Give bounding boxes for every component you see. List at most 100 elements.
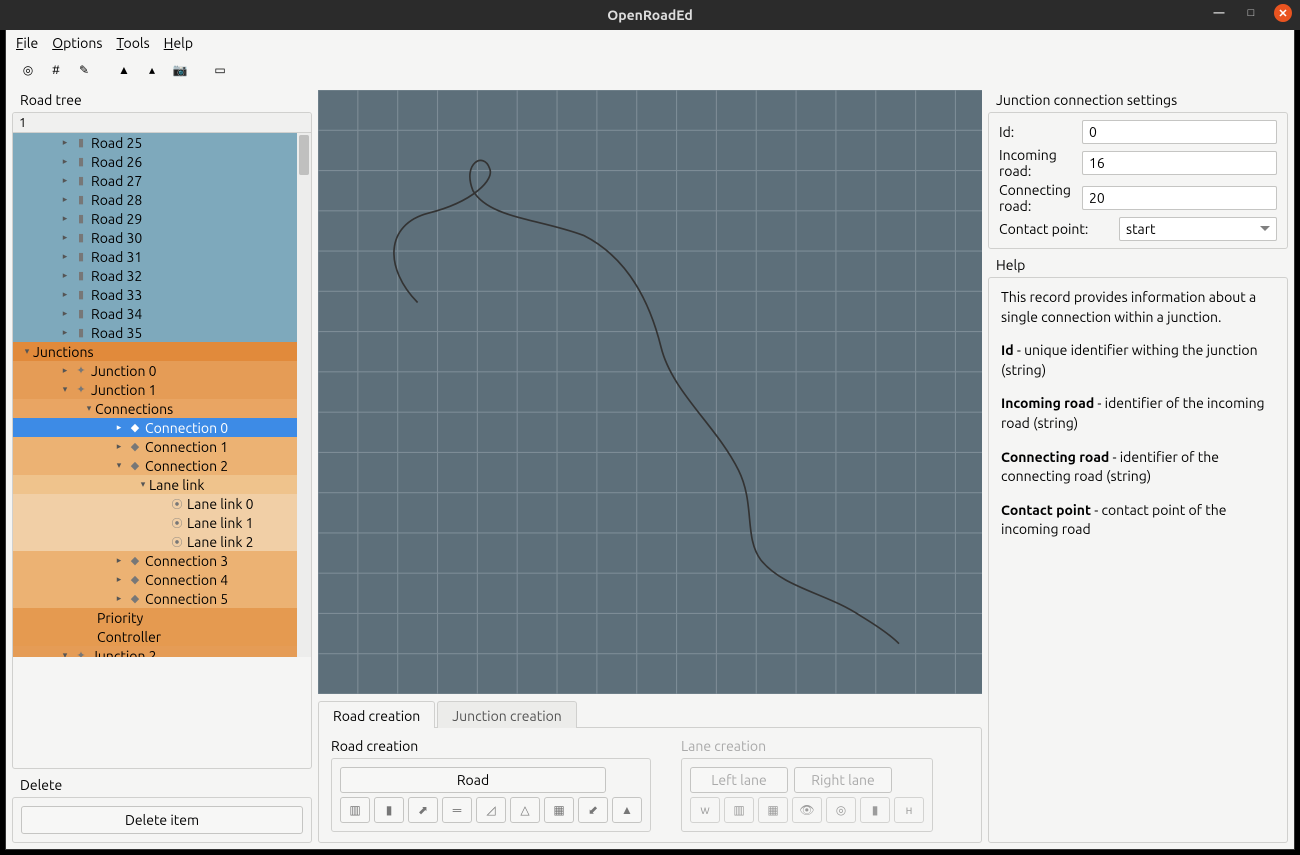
tree-road[interactable]: ▸▮Road 31 xyxy=(13,247,311,266)
maximize-button[interactable]: □ xyxy=(1242,4,1260,22)
tree-connections[interactable]: ▾Connections xyxy=(13,399,311,418)
road-creation-label: Road creation xyxy=(331,738,651,754)
connecting-road-input[interactable] xyxy=(1082,186,1277,210)
lane-tool-4-icon: 👁 xyxy=(792,797,822,823)
road-tool-4-icon[interactable]: ═ xyxy=(442,797,472,823)
tab-junction-creation[interactable]: Junction creation xyxy=(437,701,577,728)
toolbar: ◎ # ✎ ▲ ▴ 📷 ▭ xyxy=(6,56,1294,84)
tool-camera-icon[interactable]: 📷 xyxy=(168,60,192,80)
road-tool-2-icon[interactable]: ▮ xyxy=(374,797,404,823)
tool-landscape-up-icon[interactable]: ▴ xyxy=(140,60,164,80)
lanelink-icon: ⦿ xyxy=(170,515,184,531)
tab-road-creation[interactable]: Road creation xyxy=(318,701,435,728)
road-tool-7-icon[interactable]: ▦ xyxy=(544,797,574,823)
tree-road[interactable]: ▸▮Road 30 xyxy=(13,228,311,247)
menu-help[interactable]: Help xyxy=(164,35,193,51)
tool-marker-icon[interactable]: ✎ xyxy=(72,60,96,80)
menu-tools[interactable]: Tools xyxy=(116,35,149,51)
road-icon: ▮ xyxy=(74,269,88,282)
tree-connection-selected[interactable]: ▸◆Connection 0 xyxy=(13,418,311,437)
road-icon: ▮ xyxy=(74,155,88,168)
tool-grid-icon[interactable]: # xyxy=(44,60,68,80)
tree-header[interactable]: 1 xyxy=(13,113,311,133)
settings-title: Junction connection settings xyxy=(996,92,1288,108)
contact-label: Contact point: xyxy=(999,221,1119,237)
road-tool-5-icon[interactable]: ◿ xyxy=(476,797,506,823)
lane-tool-2-icon: ▥ xyxy=(724,797,754,823)
lane-tool-5-icon: ◎ xyxy=(826,797,856,823)
lane-tool-7-icon: н xyxy=(894,797,924,823)
tree-road[interactable]: ▸▮Road 28 xyxy=(13,190,311,209)
road-tree[interactable]: ▸▮Road 25 ▸▮Road 26 ▸▮Road 27 ▸▮Road 28 … xyxy=(13,133,311,657)
minimize-button[interactable]: — xyxy=(1210,4,1228,22)
road-icon: ▮ xyxy=(74,326,88,339)
menu-bar: File Options Tools Help xyxy=(6,30,1294,56)
close-button[interactable]: ✕ xyxy=(1274,4,1292,22)
road-button[interactable]: Road xyxy=(340,767,606,793)
road-path xyxy=(394,160,899,643)
lanelink-icon: ⦿ xyxy=(170,534,184,550)
connecting-label: Connecting road: xyxy=(999,182,1082,214)
road-tree-label: Road tree xyxy=(20,92,312,108)
tool-target-icon[interactable]: ◎ xyxy=(16,60,40,80)
tree-priority[interactable]: Priority xyxy=(13,608,311,627)
lane-creation-section: Lane creation Left lane Right lane w ▥ ▦… xyxy=(681,738,933,832)
tree-junction[interactable]: ▾✦Junction 2 xyxy=(13,646,311,657)
road-icon: ▮ xyxy=(74,212,88,225)
tree-connection[interactable]: ▸◆Connection 3 xyxy=(13,551,311,570)
tree-road[interactable]: ▸▮Road 27 xyxy=(13,171,311,190)
connection-icon: ◆ xyxy=(128,459,142,472)
menu-options[interactable]: Options xyxy=(52,35,102,51)
tree-lanelink-group[interactable]: ▾Lane link xyxy=(13,475,311,494)
connection-icon: ◆ xyxy=(128,554,142,567)
tree-connection[interactable]: ▾◆Connection 2 xyxy=(13,456,311,475)
tree-road[interactable]: ▸▮Road 25 xyxy=(13,133,311,152)
lane-tool-6-icon: ▮ xyxy=(860,797,890,823)
tree-connection[interactable]: ▸◆Connection 1 xyxy=(13,437,311,456)
road-icon: ▮ xyxy=(74,250,88,263)
tree-connection[interactable]: ▸◆Connection 5 xyxy=(13,589,311,608)
tree-road[interactable]: ▸▮Road 26 xyxy=(13,152,311,171)
road-icon: ▮ xyxy=(74,193,88,206)
title-bar: OpenRoadEd — □ ✕ xyxy=(0,0,1300,30)
tool-landscape-icon[interactable]: ▲ xyxy=(112,60,136,80)
delete-item-button[interactable]: Delete item xyxy=(21,806,303,834)
tree-lanelink[interactable]: ⦿Lane link 0 xyxy=(13,494,311,513)
tree-lanelink[interactable]: ⦿Lane link 2 xyxy=(13,532,311,551)
help-intro: This record provides information about a… xyxy=(1001,288,1275,327)
tree-junctions[interactable]: ▾Junctions xyxy=(13,342,311,361)
menu-file[interactable]: File xyxy=(16,35,38,51)
tree-road[interactable]: ▸▮Road 35 xyxy=(13,323,311,342)
road-icon: ▮ xyxy=(74,307,88,320)
tree-road[interactable]: ▸▮Road 29 xyxy=(13,209,311,228)
tree-scrollbar[interactable] xyxy=(297,133,311,657)
junction-icon: ✦ xyxy=(74,649,88,657)
tree-road[interactable]: ▸▮Road 32 xyxy=(13,266,311,285)
tree-road[interactable]: ▸▮Road 34 xyxy=(13,304,311,323)
window-title: OpenRoadEd xyxy=(607,7,693,23)
right-lane-button: Right lane xyxy=(794,767,892,793)
tree-controller[interactable]: Controller xyxy=(13,627,311,646)
connection-icon: ◆ xyxy=(128,573,142,586)
viewport-canvas[interactable] xyxy=(318,90,982,694)
road-icon: ▮ xyxy=(74,288,88,301)
road-tool-9-icon[interactable]: ▲ xyxy=(612,797,642,823)
contact-point-select[interactable]: start xyxy=(1119,217,1277,241)
road-tool-3-icon[interactable]: ⬈ xyxy=(408,797,438,823)
delete-label: Delete xyxy=(20,777,312,793)
tool-layout-icon[interactable]: ▭ xyxy=(208,60,232,80)
tree-junction[interactable]: ▾✦Junction 1 xyxy=(13,380,311,399)
tree-lanelink[interactable]: ⦿Lane link 1 xyxy=(13,513,311,532)
tree-junction[interactable]: ▸✦Junction 0 xyxy=(13,361,311,380)
road-tool-1-icon[interactable]: ▥ xyxy=(340,797,370,823)
incoming-road-input[interactable] xyxy=(1082,151,1277,175)
creation-tabs: Road creation Junction creation Road cre… xyxy=(318,700,982,843)
tree-connection[interactable]: ▸◆Connection 4 xyxy=(13,570,311,589)
id-input[interactable] xyxy=(1082,120,1277,144)
tree-road[interactable]: ▸▮Road 33 xyxy=(13,285,311,304)
road-tool-6-icon[interactable]: △ xyxy=(510,797,540,823)
lane-creation-label: Lane creation xyxy=(681,738,933,754)
id-label: Id: xyxy=(999,124,1082,140)
connection-icon: ◆ xyxy=(128,421,142,434)
road-tool-8-icon[interactable]: ⬋ xyxy=(578,797,608,823)
